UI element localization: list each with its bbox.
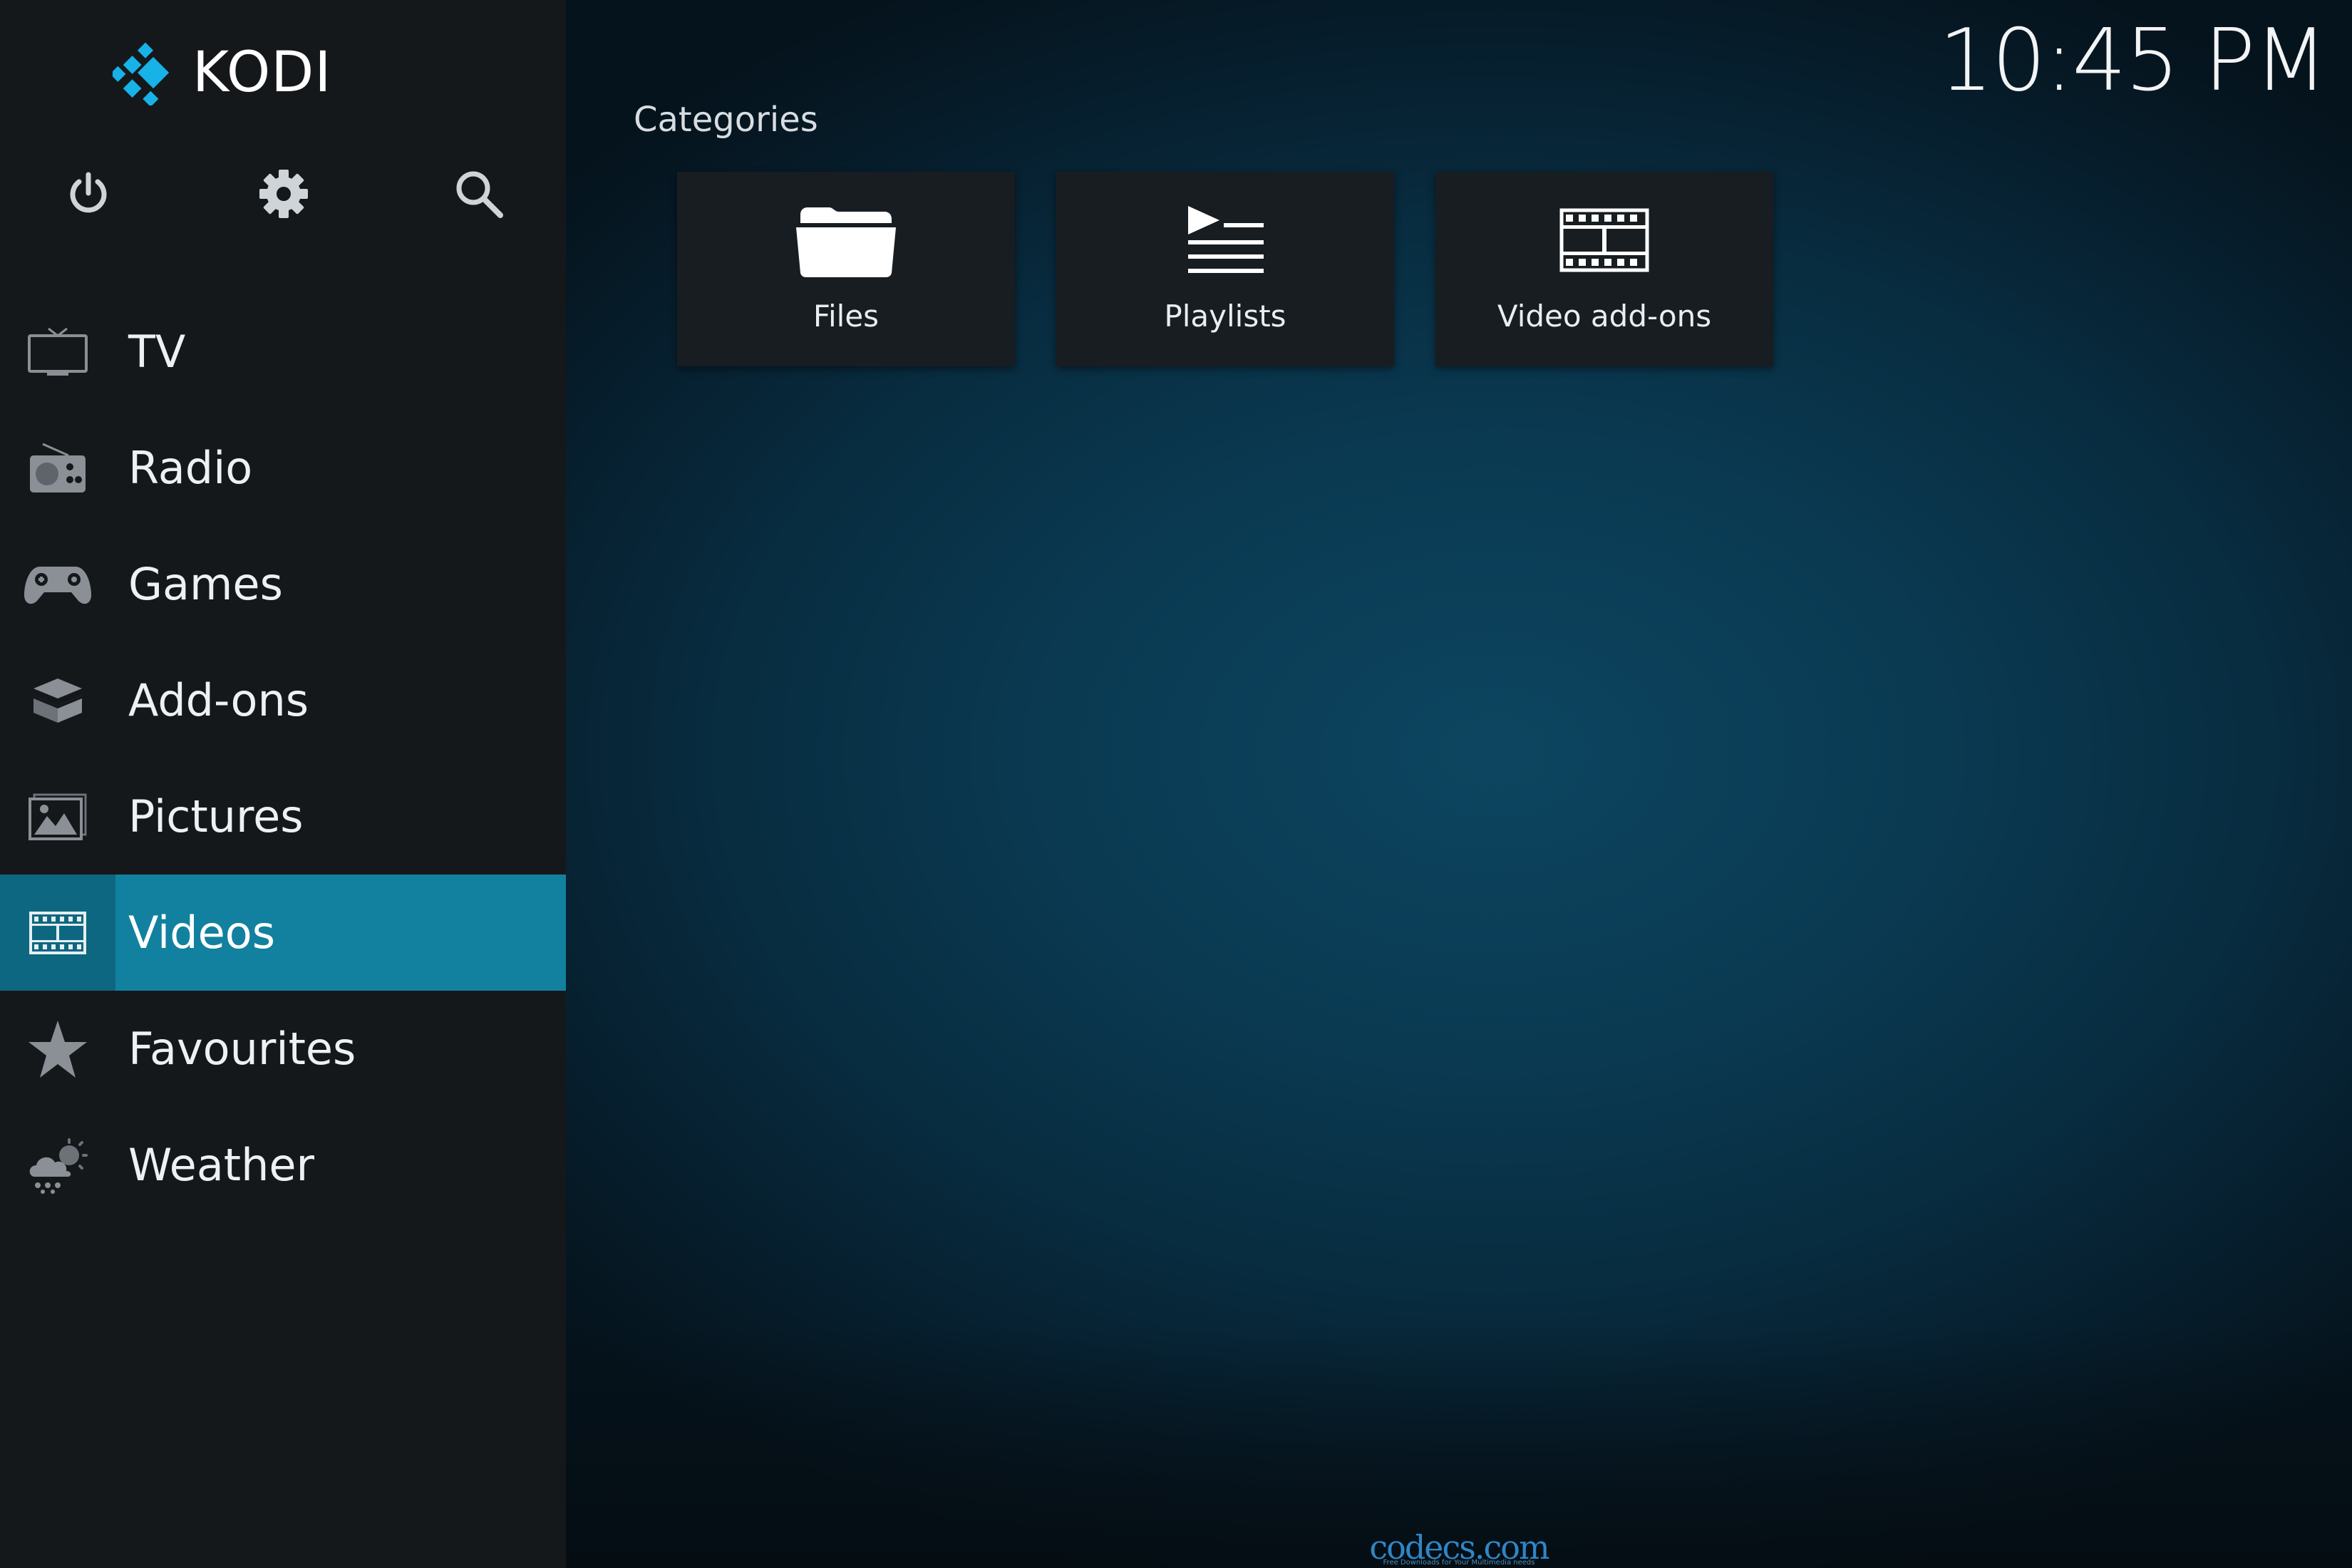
section-title: Categories — [634, 100, 818, 140]
power-icon — [70, 172, 107, 213]
sidebar-toolbar — [0, 158, 566, 229]
star-icon — [29, 1020, 87, 1078]
settings-button[interactable] — [248, 158, 319, 229]
main-menu: TV Radio Games Add-ons Pictures Videos F… — [0, 294, 566, 1223]
tile-playlists[interactable]: Playlists — [1056, 172, 1394, 366]
gamepad-icon — [24, 566, 91, 604]
sidebar: KODI TV Radio Games Add-ons Pictures Vid… — [0, 0, 566, 1568]
weather-icon — [29, 1138, 88, 1194]
sidebar-item-label: Favourites — [128, 1023, 356, 1075]
sidebar-item-radio[interactable]: Radio — [0, 410, 566, 526]
film-icon — [29, 911, 86, 954]
gear-icon — [259, 170, 308, 218]
tile-video-addons[interactable]: Video add-ons — [1435, 172, 1773, 366]
category-tiles: Files Playlists Video add-ons — [677, 172, 1773, 366]
sidebar-item-tv[interactable]: TV — [0, 294, 566, 410]
sidebar-item-videos[interactable]: Videos — [0, 875, 566, 991]
kodi-logo-icon — [113, 42, 170, 105]
watermark: codecs.com Free Downloads for Your Multi… — [566, 1531, 2352, 1567]
search-button[interactable] — [443, 158, 515, 229]
addons-box-icon — [33, 678, 82, 723]
sidebar-item-addons[interactable]: Add-ons — [0, 642, 566, 758]
sidebar-item-label: Pictures — [128, 790, 304, 842]
sidebar-item-label: Games — [128, 558, 283, 610]
sidebar-item-favourites[interactable]: Favourites — [0, 991, 566, 1107]
power-button[interactable] — [53, 158, 124, 229]
kodi-app: KODI TV Radio Games Add-ons Pictures Vid… — [0, 0, 2352, 1568]
tile-files[interactable]: Files — [677, 172, 1015, 366]
sidebar-item-pictures[interactable]: Pictures — [0, 758, 566, 875]
main-content: 10:45 PM Categories Files Playlists Vide… — [566, 0, 2352, 1568]
tile-label: Video add-ons — [1497, 299, 1712, 334]
picture-icon — [29, 793, 87, 840]
sidebar-item-label: Add-ons — [128, 674, 309, 726]
app-name: KODI — [192, 41, 332, 105]
clock: 10:45 PM — [1939, 11, 2328, 110]
film-icon — [1559, 208, 1649, 272]
sidebar-item-label: Weather — [128, 1139, 315, 1191]
playlist-icon — [1188, 206, 1264, 273]
tv-icon — [28, 327, 88, 376]
radio-icon — [30, 443, 86, 492]
kodi-logo[interactable]: KODI — [113, 37, 331, 108]
folder-icon — [796, 207, 896, 277]
sidebar-item-label: Radio — [128, 442, 253, 494]
tile-label: Files — [813, 299, 880, 334]
tile-label: Playlists — [1164, 299, 1286, 334]
search-icon — [456, 171, 503, 218]
watermark-subtext: Free Downloads for Your Multimedia needs — [1383, 1559, 1535, 1567]
sidebar-item-games[interactable]: Games — [0, 526, 566, 642]
sidebar-item-label: TV — [128, 326, 186, 378]
sidebar-item-label: Videos — [128, 907, 276, 959]
sidebar-item-weather[interactable]: Weather — [0, 1107, 566, 1223]
